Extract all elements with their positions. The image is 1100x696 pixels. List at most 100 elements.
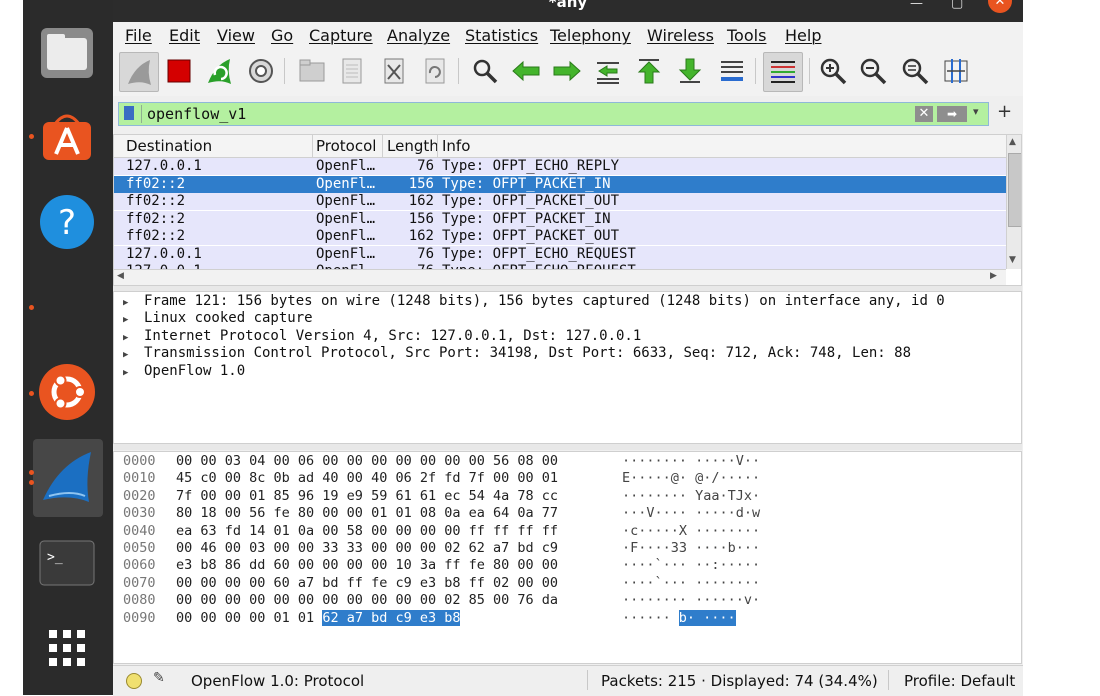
byte-row[interactable]: 0050 00 46 00 03 00 00 33 33 00 00 00 02 … (114, 540, 1021, 557)
zoom-in-icon[interactable] (816, 54, 850, 88)
scroll-thumb[interactable] (1008, 153, 1021, 227)
edit-comment-icon[interactable]: ✎ (153, 670, 165, 686)
expand-arrow-icon[interactable]: ▶ (123, 368, 144, 378)
menu-edit[interactable]: Edit (169, 26, 200, 45)
clear-filter-button[interactable]: ✕ (915, 106, 933, 122)
close-window-icon[interactable]: ✕ (988, 0, 1012, 13)
menu-view[interactable]: View (217, 26, 255, 45)
packet-info: Type: OFPT_PACKET_IN (442, 175, 611, 192)
column-separator[interactable] (382, 135, 383, 157)
packet-list-hscroll[interactable]: ◀ ▶ (114, 269, 1006, 285)
capture-options-icon[interactable] (244, 54, 278, 88)
byte-row[interactable]: 0010 45 c0 00 8c 0b ad 40 00 40 06 2f fd … (114, 470, 1021, 487)
terminal-icon[interactable]: >_ (39, 535, 95, 591)
scroll-up-icon[interactable]: ▲ (1009, 137, 1016, 147)
menu-statistics[interactable]: Statistics (465, 26, 538, 45)
close-file-icon[interactable] (377, 54, 411, 88)
detail-row-tcp[interactable]: ▶ Transmission Control Protocol, Src Port… (123, 345, 911, 361)
go-to-packet-icon[interactable] (591, 54, 625, 88)
reload-icon[interactable] (418, 54, 452, 88)
menu-tools[interactable]: Tools (727, 26, 766, 45)
detail-row-ipv4[interactable]: ▶ Internet Protocol Version 4, Src: 127.0… (123, 328, 641, 344)
back-icon[interactable] (509, 54, 543, 88)
software-center-icon[interactable] (39, 106, 95, 162)
expand-arrow-icon[interactable]: ▶ (123, 315, 144, 325)
toolbar-separator (458, 58, 459, 84)
menu-go[interactable]: Go (271, 26, 293, 45)
byte-row[interactable]: 0060 e3 b8 86 dd 60 00 00 00 00 10 3a ff … (114, 557, 1021, 574)
byte-ascii: ···V···· ·····d·w (622, 505, 760, 521)
byte-row[interactable]: 0070 00 00 00 00 60 a7 bd ff fe c9 e3 b8 … (114, 575, 1021, 592)
packet-list-vscroll[interactable]: ▲ ▼ (1006, 135, 1021, 269)
zoom-out-icon[interactable] (856, 54, 890, 88)
byte-row[interactable]: 0000 00 00 03 04 00 06 00 00 00 00 00 00 … (114, 453, 1021, 470)
packet-row[interactable]: 127.0.0.1 OpenFl… 76 Type: OFPT_ECHO_REPLY (114, 158, 1006, 175)
column-length[interactable]: Length (387, 137, 439, 155)
packet-row[interactable]: ff02::2 OpenFl… 156 Type: OFPT_PACKET_IN (114, 175, 1006, 193)
menu-file[interactable]: File (125, 26, 152, 45)
scroll-down-icon[interactable]: ▼ (1009, 255, 1016, 265)
files-icon[interactable] (39, 24, 95, 80)
restart-capture-icon[interactable] (202, 54, 236, 88)
forward-icon[interactable] (550, 54, 584, 88)
menu-telephony[interactable]: Telephony (550, 26, 631, 45)
filter-history-dropdown[interactable]: ▾ (973, 105, 979, 118)
packet-length: 156 (408, 175, 434, 192)
column-separator[interactable] (312, 135, 313, 157)
bookmark-icon[interactable] (124, 106, 134, 120)
packet-row[interactable]: 127.0.0.1 OpenFl… 76 Type: OFPT_ECHO_REQUES… (114, 245, 1006, 263)
detail-row-linux-cooked[interactable]: ▶ Linux cooked capture (123, 310, 313, 326)
show-applications-icon[interactable] (39, 620, 95, 676)
last-packet-icon[interactable] (673, 54, 707, 88)
start-capture-icon[interactable] (119, 52, 159, 92)
column-separator[interactable] (437, 135, 438, 157)
scroll-right-icon[interactable]: ▶ (990, 271, 997, 281)
byte-row[interactable]: 0040 ea 63 fd 14 01 0a 00 58 00 00 00 00 … (114, 523, 1021, 540)
column-info[interactable]: Info (442, 137, 470, 155)
ubuntu-icon[interactable] (39, 364, 95, 420)
scroll-left-icon[interactable]: ◀ (117, 271, 124, 281)
packet-row[interactable]: ff02::2 OpenFl… 156 Type: OFPT_PACKET_IN (114, 210, 1006, 228)
display-filter-input[interactable]: openflow_v1 (147, 105, 246, 123)
add-filter-button[interactable]: + (997, 101, 1012, 122)
open-file-icon[interactable] (295, 54, 329, 88)
display-filter-bar[interactable]: openflow_v1 ✕ ➡ ▾ (118, 102, 989, 126)
byte-row[interactable]: 0020 7f 00 00 01 85 96 19 e9 59 61 61 ec … (114, 488, 1021, 505)
menu-analyze[interactable]: Analyze (387, 26, 450, 45)
detail-row-openflow[interactable]: ▶ OpenFlow 1.0 (123, 363, 245, 379)
menu-capture[interactable]: Capture (309, 26, 373, 45)
maximize-icon[interactable]: ▢ (951, 0, 963, 11)
byte-row[interactable]: 0090 00 00 00 00 01 01 62 a7 bd c9 e3 b8 ·… (114, 609, 1021, 627)
column-destination[interactable]: Destination (126, 137, 212, 155)
packet-row[interactable]: ff02::2 OpenFl… 162 Type: OFPT_PACKET_OUT (114, 193, 1006, 210)
pane-splitter[interactable] (113, 444, 1022, 450)
byte-ascii-text: ········ ······v· (622, 592, 761, 609)
column-protocol[interactable]: Protocol (316, 137, 376, 155)
resize-columns-icon[interactable] (939, 54, 973, 88)
packet-row[interactable]: ff02::2 OpenFl… 162 Type: OFPT_PACKET_OUT (114, 228, 1006, 245)
expert-info-icon[interactable] (126, 673, 142, 689)
minimize-icon[interactable]: — (910, 0, 923, 11)
save-file-icon[interactable] (335, 54, 369, 88)
status-profile[interactable]: Profile: Default (904, 672, 1015, 690)
colorize-icon[interactable] (763, 52, 803, 92)
expand-arrow-icon[interactable]: ▶ (123, 333, 144, 343)
packet-list: Destination Protocol Length Info 127.0.0… (113, 134, 1022, 286)
menu-help[interactable]: Help (785, 26, 821, 45)
stop-capture-icon[interactable] (162, 54, 196, 88)
first-packet-icon[interactable] (632, 54, 666, 88)
menu-wireless[interactable]: Wireless (647, 26, 714, 45)
normal-size-icon[interactable] (898, 54, 932, 88)
expand-arrow-icon[interactable]: ▶ (123, 350, 144, 360)
wireshark-icon[interactable] (39, 450, 95, 506)
detail-row-frame[interactable]: ▶ Frame 121: 156 bytes on wire (1248 bits… (123, 293, 945, 309)
autoscroll-icon[interactable] (715, 54, 749, 88)
find-icon[interactable] (468, 54, 502, 88)
help-icon[interactable]: ? (39, 194, 95, 250)
detail-text: Frame 121: 156 bytes on wire (1248 bits)… (144, 293, 945, 309)
apply-filter-button[interactable]: ➡ (937, 106, 967, 122)
byte-row[interactable]: 0030 80 18 00 56 fe 80 00 00 01 01 08 0a … (114, 505, 1021, 522)
byte-hex: 80 18 00 56 fe 80 00 00 01 01 08 0a ea 6… (176, 505, 558, 521)
byte-row[interactable]: 0080 00 00 00 00 00 00 00 00 00 00 00 02 … (114, 592, 1021, 609)
expand-arrow-icon[interactable]: ▶ (123, 298, 144, 308)
